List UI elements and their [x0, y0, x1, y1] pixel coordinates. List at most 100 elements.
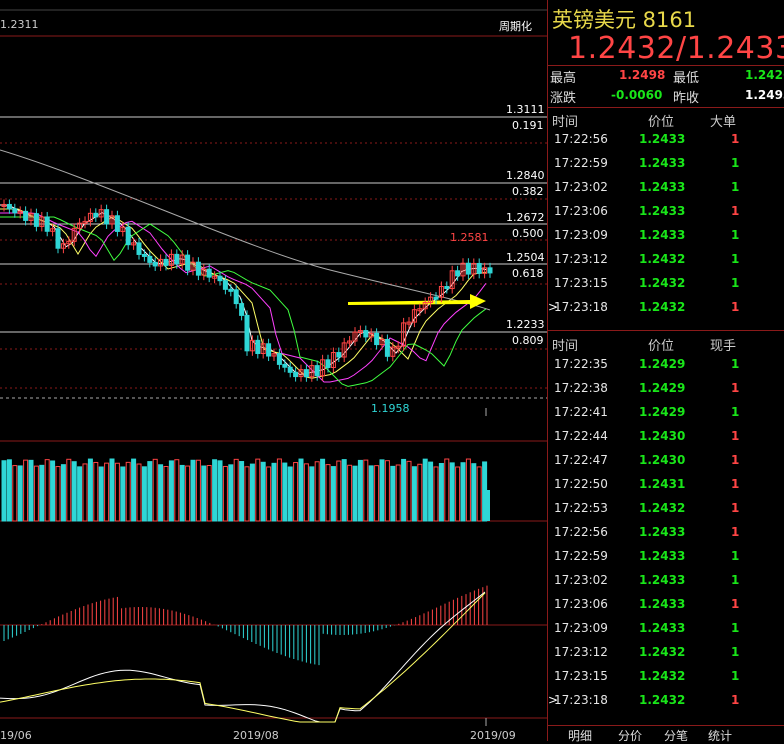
row-time: 17:23:09 [554, 228, 608, 242]
divider [548, 725, 784, 726]
volume-bar [444, 458, 450, 522]
big-trades-time-header: 时间 [552, 115, 579, 130]
low-value: 1.2426 [745, 68, 784, 82]
volume-bar [341, 459, 347, 522]
volume-bar [417, 463, 423, 522]
date-label-2: 2019/08 [233, 729, 279, 742]
candlestick-body [228, 288, 234, 292]
candlestick-body [325, 359, 331, 368]
prev-close-value: 1.2493 [745, 88, 784, 102]
volume-bar [336, 460, 342, 522]
volume-bar [239, 461, 245, 522]
divider [548, 65, 784, 66]
row-volume: 1 [731, 252, 740, 266]
row-time: 17:22:47 [554, 453, 608, 467]
volume-bar [390, 465, 396, 522]
volume-bar [233, 458, 239, 522]
row-volume: 1 [731, 381, 740, 395]
tab-statistics[interactable]: 统计 [708, 727, 732, 744]
volume-bar [109, 458, 115, 522]
volume-bar [120, 466, 126, 522]
candlestick-body [136, 242, 142, 255]
tab-detail[interactable]: 明细 [568, 727, 592, 744]
row-time: 17:22:53 [554, 501, 608, 515]
candlestick-body [374, 332, 380, 346]
row-time: 17:23:12 [554, 252, 608, 266]
quote-panel: 英镑美元 8161 1.2432/1.2433 最高 1.2498 最低 1.2… [547, 0, 784, 744]
row-price: 1.2432 [639, 693, 686, 707]
candlestick-body [104, 209, 110, 225]
row-volume: 1 [731, 501, 740, 515]
candlestick-body [433, 296, 439, 300]
fib-ratio-4: 0.618 [512, 267, 544, 280]
volume-bar [379, 459, 385, 522]
candlestick-body [152, 261, 158, 267]
row-price: 1.2432 [639, 252, 686, 266]
volume-bar [287, 466, 293, 522]
volume-bar [266, 466, 272, 522]
tab-price-distribution[interactable]: 分价 [618, 727, 642, 744]
row-volume: 1 [731, 357, 740, 371]
candlestick-chart[interactable] [0, 0, 547, 741]
volume-bar [476, 466, 482, 522]
volume-bar [201, 465, 207, 522]
chart-area[interactable]: 1.2311 周期化 1.3111 0.191 1.2840 0.382 1.2… [0, 0, 547, 742]
volume-bar [449, 462, 455, 522]
volume-bar [190, 459, 196, 522]
row-price: 1.2429 [639, 405, 686, 419]
volume-bar [195, 459, 201, 522]
period-toggle-button[interactable]: 周期化 [499, 18, 532, 34]
row-price: 1.2430 [639, 453, 686, 467]
row-time: 17:22:41 [554, 405, 608, 419]
volume-bar [486, 490, 490, 521]
row-volume: 1 [731, 405, 740, 419]
high-price-marker: 1.2581 [450, 231, 489, 244]
candlestick-body [487, 267, 493, 274]
volume-bar [347, 464, 353, 522]
volume-bar [50, 460, 56, 522]
row-time: 17:23:06 [554, 204, 608, 218]
candlestick-body [476, 262, 482, 274]
row-volume: 1 [731, 429, 740, 443]
row-volume: 1 [731, 693, 740, 707]
row-time: 17:22:56 [554, 132, 608, 146]
volume-bar [93, 461, 99, 522]
row-time: 17:22:50 [554, 477, 608, 491]
high-value: 1.2498 [619, 68, 666, 82]
fib-price-5: 1.2233 [506, 318, 545, 331]
row-volume: 1 [731, 228, 740, 242]
row-time: 17:23:09 [554, 621, 608, 635]
row-time: 17:22:56 [554, 525, 608, 539]
row-price: 1.2433 [639, 228, 686, 242]
candlestick-body [93, 212, 99, 218]
volume-bar [465, 458, 471, 522]
row-price: 1.2433 [639, 573, 686, 587]
candlestick-body [114, 215, 120, 232]
low-label: 最低 [673, 71, 700, 86]
row-time: 17:23:15 [554, 669, 608, 683]
row-price: 1.2433 [639, 180, 686, 194]
volume-bar [357, 459, 363, 522]
volume-bar [303, 463, 309, 522]
candlestick-body [55, 228, 61, 249]
candlestick-body [141, 253, 147, 257]
volume-bar [82, 463, 88, 522]
row-price: 1.2429 [639, 357, 686, 371]
row-price: 1.2433 [639, 204, 686, 218]
ma-line-3 [0, 212, 487, 383]
volume-bar [23, 459, 29, 522]
volume-bar [422, 458, 428, 522]
tab-tick-by-tick[interactable]: 分笔 [664, 727, 688, 744]
volume-bar [384, 460, 390, 522]
volume-bar [60, 464, 66, 522]
candlestick-body [282, 363, 288, 368]
change-label: 涨跌 [550, 91, 577, 106]
candlestick-body [23, 210, 29, 221]
volume-bar [114, 462, 120, 522]
volume-bar [411, 466, 417, 522]
volume-bar [206, 464, 212, 522]
fib-price-2: 1.2840 [506, 169, 545, 182]
candlestick-body [444, 285, 450, 290]
volume-bar [438, 463, 444, 522]
volume-bar [55, 466, 61, 522]
